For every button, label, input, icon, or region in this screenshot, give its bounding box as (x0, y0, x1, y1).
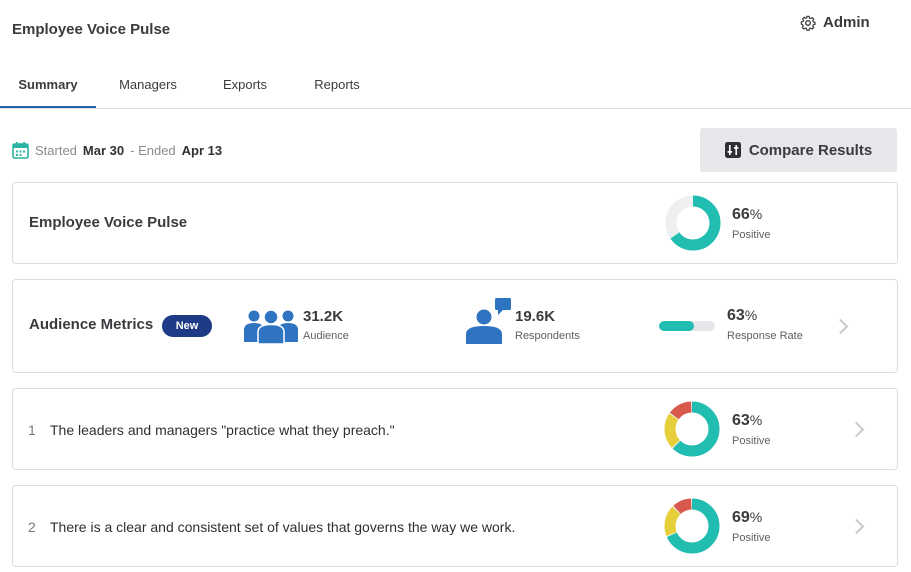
chevron-right-icon[interactable] (848, 518, 865, 535)
response-rate-value: 63% (727, 307, 758, 324)
question-number: 2 (28, 519, 36, 535)
chevron-right-icon[interactable] (832, 318, 849, 335)
admin-label: Admin (823, 14, 870, 31)
end-date: Apr 13 (181, 142, 223, 158)
audience-metrics-title: Audience Metrics (29, 316, 154, 333)
question-text: The leaders and managers "practice what … (50, 422, 395, 438)
summary-caption: Positive (732, 229, 771, 241)
summary-card: Employee Voice Pulse 66% Positive (12, 182, 898, 264)
page-title: Employee Voice Pulse (12, 21, 171, 38)
admin-menu-button[interactable]: Admin (800, 14, 870, 31)
summary-title: Employee Voice Pulse (29, 214, 188, 231)
chevron-right-icon[interactable] (848, 421, 865, 438)
person-speech-icon (466, 298, 511, 344)
question-caption: Positive (732, 435, 771, 447)
question-card[interactable]: 1 The leaders and managers "practice wha… (12, 388, 898, 470)
compare-results-button[interactable]: Compare Results (700, 128, 897, 172)
respondents-value: 19.6K (515, 308, 556, 325)
started-label: Started (35, 142, 77, 158)
tab-summary[interactable]: Summary (0, 66, 96, 108)
question-percent: 63% (732, 412, 763, 429)
positive-donut-chart (665, 195, 721, 251)
tab-bar: Summary Managers Exports Reports (0, 66, 911, 109)
people-group-icon (244, 309, 298, 344)
respondents-label: Respondents (515, 330, 580, 342)
question-number: 1 (28, 422, 36, 438)
sentiment-donut-chart (664, 498, 720, 554)
compare-results-label: Compare Results (748, 141, 873, 159)
start-date: Mar 30 (82, 142, 125, 158)
sentiment-donut-chart (664, 401, 720, 457)
sliders-icon (724, 142, 741, 158)
audience-label: Audience (303, 330, 349, 342)
question-card[interactable]: 2 There is a clear and consistent set of… (12, 485, 898, 567)
summary-percent: 66% (732, 206, 763, 223)
gear-icon (800, 15, 816, 31)
question-text: There is a clear and consistent set of v… (50, 519, 516, 535)
date-range: Started Mar 30 - Ended Apr 13 (12, 141, 222, 159)
calendar-icon (12, 142, 29, 159)
tab-reports[interactable]: Reports (306, 66, 368, 108)
audience-value: 31.2K (303, 308, 344, 325)
new-badge: New (162, 315, 212, 337)
tab-exports[interactable]: Exports (216, 66, 274, 108)
tab-managers[interactable]: Managers (112, 66, 184, 108)
response-rate-bar (659, 321, 715, 331)
ended-label: - Ended (130, 142, 176, 158)
response-rate-label: Response Rate (727, 330, 803, 342)
audience-metrics-card[interactable]: Audience Metrics New 31.2K Audience 19.6… (12, 279, 898, 373)
response-rate-bar-fill (659, 321, 695, 331)
question-percent: 69% (732, 509, 763, 526)
question-caption: Positive (732, 532, 771, 544)
